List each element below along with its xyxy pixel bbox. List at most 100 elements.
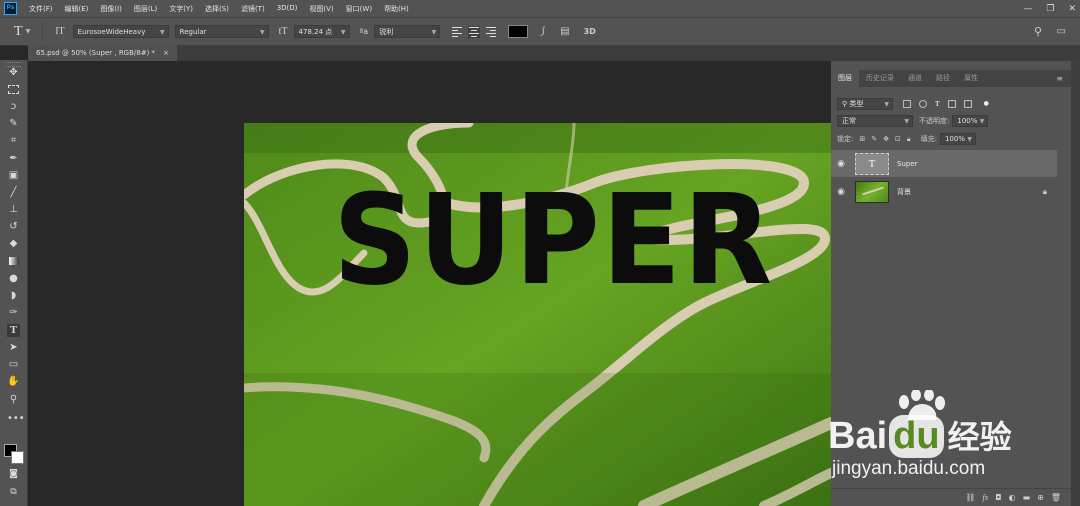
blend-mode-select[interactable]: 正常 ▼ (837, 115, 913, 127)
warp-text-icon[interactable]: ⟆ (540, 26, 544, 37)
3d-button[interactable]: 3D (584, 27, 596, 36)
text-orientation-icon[interactable]: IT (55, 26, 64, 37)
panel-tabs: 图层 历史记录 通道 路径 属性 (831, 70, 1071, 87)
zoom-tool-icon[interactable]: ⚲ (7, 393, 20, 406)
delete-layer-icon[interactable]: 🗑︎ (1051, 493, 1061, 502)
layer-filter-select[interactable]: ⚲ 类型 ▼ (837, 97, 893, 110)
menu-item[interactable]: 选择(S) (199, 4, 235, 14)
quick-select-tool-icon[interactable]: ✎ (7, 117, 20, 130)
panel-tab[interactable]: 通道 (901, 70, 929, 87)
align-center-icon[interactable] (468, 25, 481, 38)
hand-tool-icon[interactable]: ✋ (7, 375, 20, 388)
font-size-field[interactable]: 478.24 点 ▼ (293, 25, 350, 38)
filter-toggle-icon[interactable]: ● (984, 100, 989, 107)
shape-filter-icon[interactable] (947, 99, 956, 108)
restore-icon[interactable]: ❐ (1046, 4, 1054, 14)
antialias-select[interactable]: 锐利 ▼ (374, 25, 441, 38)
pixel-filter-icon[interactable] (903, 99, 911, 108)
fill-label: 填充: (920, 135, 937, 143)
menu-item[interactable]: 文字(Y) (163, 4, 199, 14)
workspace-icon[interactable]: ▭ (1057, 26, 1066, 37)
search-icon[interactable]: ⚲ (1034, 25, 1042, 38)
close-icon[interactable]: ✕ (1068, 4, 1076, 14)
type-tool-icon[interactable]: T (7, 324, 20, 337)
healing-brush-tool-icon[interactable]: ▣ (7, 169, 20, 182)
marquee-tool-icon[interactable] (7, 83, 20, 96)
more-tools-icon[interactable]: ••• (7, 412, 25, 425)
panel-tab[interactable]: 路径 (929, 70, 957, 87)
lock-all-icon[interactable]: 🔒︎ (907, 135, 911, 144)
layer-row-background[interactable]: ◉ 背景 🔒︎ (831, 178, 1057, 205)
align-right-icon[interactable] (486, 26, 497, 37)
dodge-tool-icon[interactable]: ◗ (7, 289, 20, 302)
panel-menu-icon[interactable]: ≡ (1056, 74, 1063, 83)
menu-item[interactable]: 帮助(H) (378, 4, 415, 14)
gradient-tool-icon[interactable] (7, 255, 20, 268)
visibility-eye-icon[interactable]: ◉ (831, 159, 851, 169)
brush-tool-icon[interactable]: ╱ (7, 186, 20, 199)
brand-left: Bai (828, 415, 888, 457)
lock-position-icon[interactable]: ✥ (883, 135, 889, 143)
lock-artboard-icon[interactable]: ⊡ (895, 135, 901, 143)
close-tab-icon[interactable]: × (163, 49, 169, 57)
eyedropper-tool-icon[interactable]: ✒ (7, 152, 20, 165)
divider (42, 22, 44, 41)
lock-image-icon[interactable]: ✎ (871, 135, 877, 143)
menu-item[interactable]: 文件(F) (23, 4, 59, 14)
menu-item[interactable]: 图像(I) (94, 4, 128, 14)
lock-transparent-icon[interactable]: ⊞ (859, 135, 865, 143)
new-layer-icon[interactable]: ⊕ (1037, 493, 1044, 502)
lasso-tool-icon[interactable]: ↄ (7, 100, 20, 113)
canvas-text-super[interactable]: SUPER (333, 177, 774, 303)
layer-filter-row: ⚲ 类型 ▼ T ● (831, 96, 1071, 111)
fill-field[interactable]: 100% ▼ (939, 133, 976, 145)
align-left-icon[interactable] (452, 26, 463, 37)
text-color-swatch[interactable] (508, 25, 529, 38)
screen-mode-icon[interactable]: ⧉ (7, 486, 20, 499)
visibility-eye-icon[interactable]: ◉ (831, 187, 851, 197)
history-brush-tool-icon[interactable]: ↺ (7, 220, 20, 233)
minimize-icon[interactable]: — (1023, 4, 1032, 14)
type-tool-preset[interactable]: T (14, 24, 23, 40)
adjustment-layer-icon[interactable]: ◐ (1009, 493, 1016, 502)
font-family-select[interactable]: EurosoeWideHeavy ▼ (72, 25, 169, 38)
quick-mask-icon[interactable]: ◙ (7, 468, 20, 481)
path-selection-tool-icon[interactable]: ➤ (7, 341, 20, 354)
clone-stamp-tool-icon[interactable]: ⊥ (7, 203, 20, 216)
layer-name[interactable]: 背景 (897, 187, 911, 197)
menu-item[interactable]: 图层(L) (128, 4, 163, 14)
rectangle-tool-icon[interactable]: ▭ (7, 358, 20, 371)
crop-tool-icon[interactable]: ⌗ (7, 134, 20, 147)
panel-tab[interactable]: 属性 (957, 70, 985, 87)
add-mask-icon[interactable]: ◘ (995, 493, 1001, 502)
character-panel-icon[interactable]: ▤ (560, 26, 569, 37)
font-style-select[interactable]: Regular ▼ (174, 25, 269, 38)
document-tab[interactable]: 65.psd @ 50% (Super , RGB/8#) * × (28, 45, 177, 61)
menu-item[interactable]: 3D(D) (271, 4, 304, 14)
background-color-swatch[interactable] (11, 451, 24, 464)
chevron-down-icon[interactable]: ▼ (26, 28, 31, 35)
opacity-field[interactable]: 100% ▼ (952, 115, 989, 127)
eraser-tool-icon[interactable]: ◆ (7, 237, 20, 250)
pen-tool-icon[interactable]: ✑ (7, 306, 20, 319)
move-tool-icon[interactable]: ✥ (7, 66, 20, 79)
antialias-icon: ªa (359, 27, 369, 36)
layer-style-icon[interactable]: fx (982, 493, 988, 502)
adjustment-filter-icon[interactable] (919, 99, 927, 108)
menu-item[interactable]: 编辑(E) (59, 4, 95, 14)
layer-row-super[interactable]: ◉ T Super (831, 150, 1057, 177)
menu-item[interactable]: 滤镜(T) (235, 4, 271, 14)
type-filter-icon[interactable]: T (935, 100, 940, 108)
panel-tab[interactable]: 图层 (831, 70, 859, 87)
layers-panel-footer: ⛓ fx ◘ ◐ ▬ ⊕ 🗑︎ (831, 488, 1071, 506)
menu-item[interactable]: 视图(V) (303, 4, 339, 14)
new-group-icon[interactable]: ▬ (1023, 493, 1031, 502)
smart-object-filter-icon[interactable] (963, 99, 972, 108)
link-layers-icon[interactable]: ⛓ (965, 493, 975, 502)
baidu-brand: Bai du 经验 (828, 412, 1012, 458)
panel-tab[interactable]: 历史记录 (859, 70, 901, 87)
image-layer-thumbnail (855, 180, 889, 203)
blur-tool-icon[interactable]: ● (7, 272, 20, 285)
menu-item[interactable]: 窗口(W) (340, 4, 378, 14)
layer-name[interactable]: Super (897, 160, 918, 168)
